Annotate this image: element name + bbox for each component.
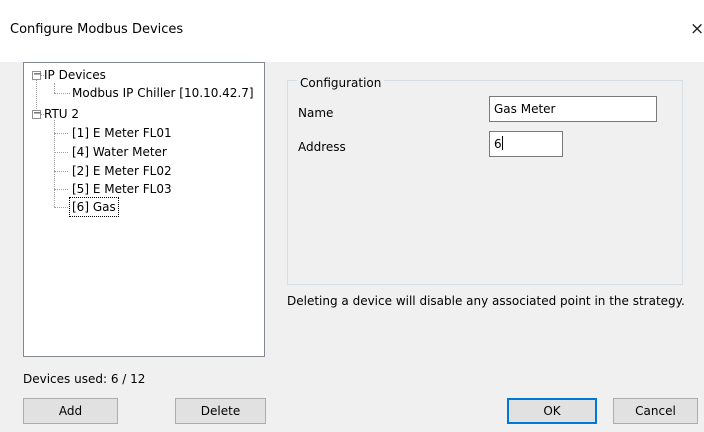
tree-line-rtu-2 [54,152,68,153]
tree-node-e-meter-fl03[interactable]: [5] E Meter FL03 [72,180,172,198]
devices-used-count: Devices used: 6 / 12 [23,372,146,386]
address-field-value: 6 [494,137,502,151]
tree-node-gas-selected[interactable]: [6] Gas [69,197,119,217]
tree-line-ip-child [54,93,70,94]
tree-node-e-meter-fl01[interactable]: [1] E Meter FL01 [72,124,172,142]
ok-button[interactable]: OK [507,398,597,424]
tree-line-rtu-3 [54,171,68,172]
address-label: Address [298,140,346,154]
tree-node-rtu2[interactable]: RTU 2 [44,105,79,123]
collapse-ip-devices-icon[interactable]: − [32,70,41,80]
tree-line-ip [54,83,55,93]
tree-node-water-meter[interactable]: [4] Water Meter [72,143,167,161]
tree-line-rtu-1 [54,133,68,134]
title-bar: Configure Modbus Devices × [0,0,704,62]
delete-warning-text: Deleting a device will disable any assoc… [287,294,685,308]
configuration-legend: Configuration [297,76,385,90]
window-title: Configure Modbus Devices [10,22,184,37]
tree-line-rtu-5 [54,207,68,208]
tree-node-ip-devices[interactable]: IP Devices [44,66,106,84]
delete-button[interactable]: Delete [175,398,266,424]
cancel-button[interactable]: Cancel [613,398,698,424]
configure-modbus-dialog: Configure Modbus Devices × − IP Devices … [0,0,704,432]
tree-line-rtu-4 [54,189,68,190]
name-label: Name [298,106,334,120]
text-caret [501,136,503,150]
tree-node-e-meter-fl02[interactable]: [2] E Meter FL02 [72,162,172,180]
collapse-rtu2-icon[interactable]: − [32,109,41,119]
device-tree[interactable]: − IP Devices Modbus IP Chiller [10.10.42… [23,62,265,357]
address-field[interactable]: 6 [489,131,563,157]
add-button[interactable]: Add [23,398,118,424]
name-field[interactable]: Gas Meter [489,96,657,122]
name-field-value: Gas Meter [494,102,556,116]
close-icon[interactable]: × [690,14,704,44]
tree-node-modbus-ip-chiller[interactable]: Modbus IP Chiller [10.10.42.7] [72,84,254,102]
